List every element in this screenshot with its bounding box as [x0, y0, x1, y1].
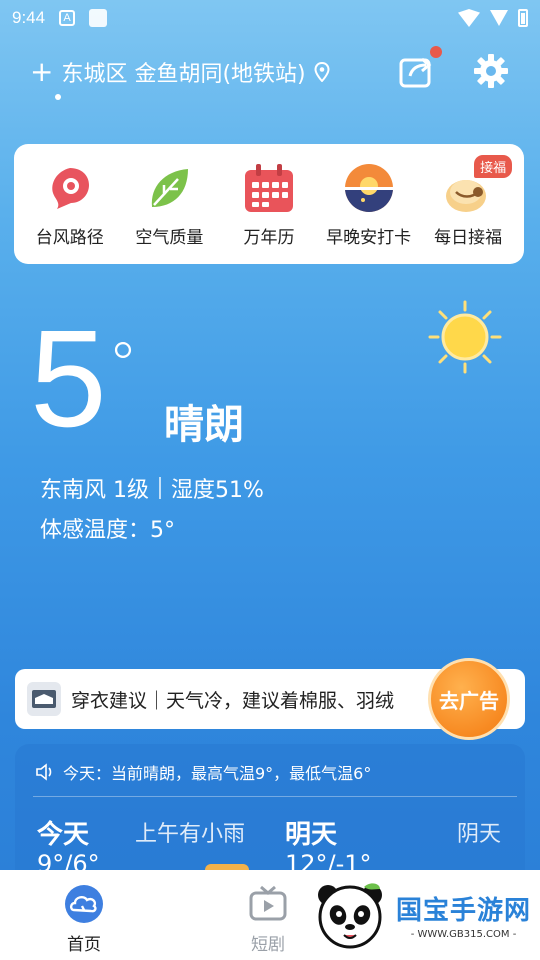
dress-suggestion-text: 穿衣建议｜天气冷，建议着棉服、羽绒 [71, 689, 395, 712]
gear-icon [474, 54, 508, 88]
home-weather-icon [65, 885, 103, 923]
notification-dot [430, 46, 442, 58]
today-label: 今天 [37, 820, 90, 850]
location-name: 东城区 金鱼胡同(地铁站) [61, 62, 306, 87]
tool-label: 空气质量 [135, 227, 204, 248]
calendar-icon [242, 161, 296, 215]
tool-label: 每日接福 [434, 227, 503, 248]
typhoon-icon [43, 161, 97, 215]
share-button[interactable] [398, 46, 442, 90]
today-desc: 上午有小雨 [135, 822, 246, 847]
status-time: 9:44 [12, 8, 46, 27]
page-indicator-dot [55, 94, 61, 100]
wifi-icon [458, 9, 480, 27]
remove-ads-button[interactable]: 去广告 [428, 658, 510, 740]
tab-home[interactable]: 首页 [62, 884, 106, 955]
panda-logo-icon [318, 883, 382, 949]
current-temperature: 5 [30, 302, 107, 456]
tool-checkin[interactable]: 早晚安打卡 [321, 161, 417, 248]
brand-name: 国宝手游网 [396, 896, 532, 926]
tomorrow-desc: 阴天 [457, 822, 502, 847]
header: + 东城区 金鱼胡同(地铁站) [0, 46, 540, 104]
tool-calendar[interactable]: 万年历 [221, 161, 317, 248]
speaker-icon [36, 763, 52, 781]
temperature-unit: ° [108, 330, 138, 400]
tv-icon [249, 885, 287, 921]
tomorrow-label: 明天 [285, 820, 338, 850]
tool-label: 台风路径 [35, 227, 104, 248]
settings-button[interactable] [472, 52, 510, 90]
tool-label: 早晚安打卡 [326, 227, 412, 248]
add-city-icon[interactable]: + [30, 58, 53, 86]
weather-notice[interactable]: 今天：当前晴朗，最高气温9°，最低气温6° [35, 760, 371, 784]
forecast-card: 今天：当前晴朗，最高气温9°，最低气温6° 今天 上午有小雨 9°/6° 明天 … [15, 744, 525, 884]
divider [33, 796, 517, 797]
sunny-icon [428, 300, 502, 374]
share-icon [399, 57, 432, 88]
notification-square-icon [89, 9, 108, 27]
tool-air-quality[interactable]: 空气质量 [121, 161, 217, 248]
quick-tools-card: 台风路径 空气质量 万年历 早晚安打卡 接福 每日接福 [14, 144, 524, 264]
humidity-info: 湿度51% [171, 478, 264, 503]
divider [159, 477, 161, 499]
signal-icon [490, 10, 508, 26]
battery-icon [518, 9, 528, 27]
wind-humidity-row: 东南风 1级 湿度51% [40, 472, 264, 504]
tab-short-drama[interactable]: 短剧 [248, 884, 288, 955]
notification-icon: A [59, 10, 76, 26]
sunrise-icon [342, 161, 396, 215]
notice-text: 今天：当前晴朗，最高气温9°，最低气温6° [63, 764, 372, 783]
location-selector[interactable]: + 东城区 金鱼胡同(地铁站) [30, 56, 330, 88]
clothing-icon [27, 682, 61, 716]
watermark-brand: 国宝手游网 - WWW.GB315.COM - [300, 870, 540, 960]
location-pin-icon [314, 62, 330, 82]
tab-label: 首页 [67, 935, 101, 955]
tool-fortune[interactable]: 接福 每日接福 [420, 154, 516, 248]
weather-condition: 晴朗 [164, 402, 244, 448]
tab-label: 短剧 [251, 935, 285, 955]
tool-label: 万年历 [243, 227, 295, 248]
wind-info: 东南风 1级 [40, 478, 149, 503]
brand-url: - WWW.GB315.COM - [410, 929, 517, 940]
fortune-badge: 接福 [474, 154, 513, 178]
tool-typhoon[interactable]: 台风路径 [22, 161, 118, 248]
status-bar: 9:44 A [0, 0, 540, 36]
brand-text: 国宝手游网 - WWW.GB315.COM - [396, 890, 531, 940]
leaf-icon [142, 161, 196, 215]
feels-like: 体感温度：5° [40, 518, 175, 543]
